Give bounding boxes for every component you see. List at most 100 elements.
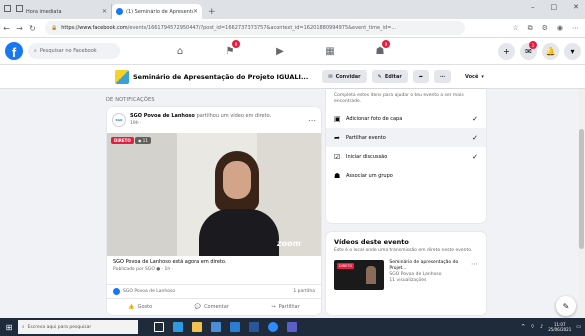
reaction-names[interactable]: SGO Povoa de Lanhoso — [123, 289, 175, 294]
notifications-bell-icon[interactable]: 🔔 — [542, 43, 559, 60]
viewer-count: ◉ 11 — [135, 137, 151, 144]
live-video-player[interactable]: DIRETO ◉ 11 zoom — [107, 133, 321, 256]
video-list-item[interactable]: DIRETO Seminário de apresentação do Proj… — [334, 260, 478, 290]
check-icon: ✓ — [472, 133, 478, 142]
browser-tab-inactive[interactable]: Hora imediata ✕ — [22, 4, 112, 19]
share-count[interactable]: 1 partilha — [293, 289, 315, 294]
home-icon[interactable]: ⌂ — [170, 42, 190, 60]
close-icon[interactable]: ✕ — [102, 8, 107, 15]
browser-tab-bar: Hora imediata ✕ (1) Seminário de Apresen… — [0, 0, 585, 19]
edit-label: Editar — [384, 73, 402, 80]
word-icon[interactable] — [249, 322, 259, 332]
minimize-icon[interactable]: – — [531, 3, 535, 11]
task-view-icon[interactable] — [154, 322, 164, 332]
facebook-search-input[interactable]: ⌕ Pesquisar no Facebook — [28, 43, 120, 59]
video-thumbnail[interactable]: DIRETO — [334, 260, 385, 290]
tab-list-icon[interactable] — [16, 5, 23, 12]
tray-chevron-icon[interactable]: ^ — [521, 324, 525, 330]
invite-button[interactable]: ✉ Convidar — [322, 70, 367, 83]
checklist-item[interactable]: ☑ Iniciar discussão ✓ — [326, 147, 486, 166]
more-options-button[interactable]: ⋯ — [434, 70, 451, 83]
network-icon[interactable]: ⌔ — [530, 324, 535, 330]
group-icon: ☗ — [334, 171, 341, 180]
reload-icon[interactable]: ↻ — [26, 24, 39, 33]
facebook-main-nav: ⌂ ⚑ 9 ▶ ▦ ☗ 9 — [170, 40, 390, 60]
url-path: /events/1661794572950447/?post_id=166273… — [127, 25, 397, 31]
extensions-icon[interactable]: ⚙ — [542, 24, 548, 33]
mail-icon[interactable] — [230, 322, 240, 332]
marketplace-icon[interactable]: ▦ — [320, 42, 340, 60]
share-icon: ↪ — [271, 304, 276, 310]
create-plus-icon[interactable]: + — [498, 43, 515, 60]
checklist-item[interactable]: ▣ Adicionar foto de capa ✓ — [326, 109, 486, 128]
facebook-header: f ⌕ Pesquisar no Facebook ⌂ ⚑ 9 ▶ ▦ ☗ 9 + … — [0, 38, 585, 65]
more-icon: ⋯ — [440, 73, 445, 80]
post-body: SGO Povoa de Lanhoso está agora em diret… — [107, 256, 321, 285]
close-window-icon[interactable]: ✕ — [573, 3, 579, 11]
avatar[interactable]: SGO — [112, 113, 126, 127]
more-icon[interactable]: ⋯ — [572, 24, 579, 33]
post-more-icon[interactable]: ⋯ — [308, 116, 316, 125]
eye-icon: ◉ — [138, 138, 142, 143]
collections-icon[interactable]: ⧉ — [528, 24, 533, 33]
forward-icon[interactable]: → — [13, 24, 26, 33]
teams-icon[interactable] — [287, 322, 297, 332]
pages-icon[interactable]: ⚑ 9 — [220, 40, 240, 60]
video-title[interactable]: Seminário de apresentação do Projet... — [389, 260, 471, 272]
videos-description: Este é o local onde uma transmissão em d… — [334, 248, 473, 253]
live-video-post: SGO SGO Povoa de Lanhoso partilhou um ví… — [107, 107, 321, 315]
workspaces-icon[interactable] — [4, 5, 11, 12]
taskbar-search-input[interactable]: ⌕ Escreva aqui para pesquisar — [18, 320, 138, 334]
messenger-icon[interactable]: ✉ 1 — [520, 41, 537, 60]
favorite-icon[interactable]: ☆ — [512, 24, 518, 33]
facebook-favicon-icon — [116, 8, 123, 15]
new-message-icon[interactable]: ✎ — [556, 296, 576, 316]
event-videos-card: Vídeos deste evento Este é o local onde … — [326, 232, 486, 315]
taskbar-clock[interactable]: 11:07 25/06/2021 — [548, 322, 571, 332]
window-controls: – □ ✕ — [531, 3, 579, 11]
page-scrollbar[interactable] — [578, 89, 585, 318]
post-author[interactable]: SGO Povoa de Lanhoso — [130, 113, 195, 119]
share-button[interactable]: ↪ Partilhar — [272, 304, 300, 310]
checklist-item[interactable]: ☗ Associar um grupo — [326, 166, 486, 185]
invite-icon: ✉ — [328, 73, 333, 80]
store-icon[interactable] — [211, 322, 221, 332]
share-arrow-button[interactable]: ➦ — [412, 70, 429, 83]
edge-icon[interactable] — [173, 322, 183, 332]
browser-tab-active[interactable]: (1) Seminário de Apresentação ✕ — [112, 4, 202, 19]
scroll-thumb[interactable] — [579, 129, 584, 249]
checklist-item[interactable]: ➦ Partilhar evento ✓ — [326, 128, 486, 147]
zoom-app-icon[interactable] — [268, 322, 278, 332]
like-reaction-icon — [113, 288, 120, 295]
post-time[interactable]: 19h · — [130, 120, 271, 127]
notification-center-icon[interactable]: ▭ — [576, 324, 581, 330]
event-thumbnail[interactable] — [115, 69, 129, 84]
edit-button[interactable]: ✎ Editar — [371, 70, 408, 83]
address-bar[interactable]: 🔒 https://www.facebook.com /events/16617… — [45, 21, 465, 35]
live-badge: DIRETO — [111, 137, 134, 144]
video-more-icon[interactable]: ⋯ — [471, 260, 478, 290]
comment-button[interactable]: 💬 Comentar — [195, 304, 229, 310]
file-explorer-icon[interactable] — [192, 322, 202, 332]
new-tab-button[interactable]: + — [208, 7, 216, 19]
search-icon: ⌕ — [34, 48, 37, 54]
like-button[interactable]: 👍 Gosto — [128, 304, 152, 310]
maximize-icon[interactable]: □ — [551, 3, 558, 11]
facebook-logo-icon[interactable]: f — [5, 42, 23, 60]
taskbar-apps — [154, 322, 297, 332]
check-icon: ✓ — [472, 114, 478, 123]
close-icon[interactable]: ✕ — [193, 8, 198, 15]
account-menu-icon[interactable]: ▾ — [564, 43, 581, 60]
tab-actions[interactable] — [4, 5, 23, 12]
groups-icon[interactable]: ☗ 9 — [370, 40, 390, 60]
volume-icon[interactable]: ♪ — [540, 324, 543, 330]
lock-icon: 🔒 — [51, 25, 58, 31]
windows-start-icon[interactable]: ⊞ — [0, 323, 18, 332]
videos-heading: Vídeos deste evento — [334, 238, 409, 246]
back-icon[interactable]: ← — [0, 24, 13, 33]
event-title[interactable]: Seminário de Apresentação do Projeto IGU… — [133, 73, 308, 81]
watch-icon[interactable]: ▶ — [270, 42, 290, 60]
profile-icon[interactable]: ◉ — [557, 24, 563, 33]
notifications-heading: DE NOTIFICAÇÕES — [106, 97, 155, 103]
profile-select[interactable]: Você ▾ — [465, 74, 484, 80]
